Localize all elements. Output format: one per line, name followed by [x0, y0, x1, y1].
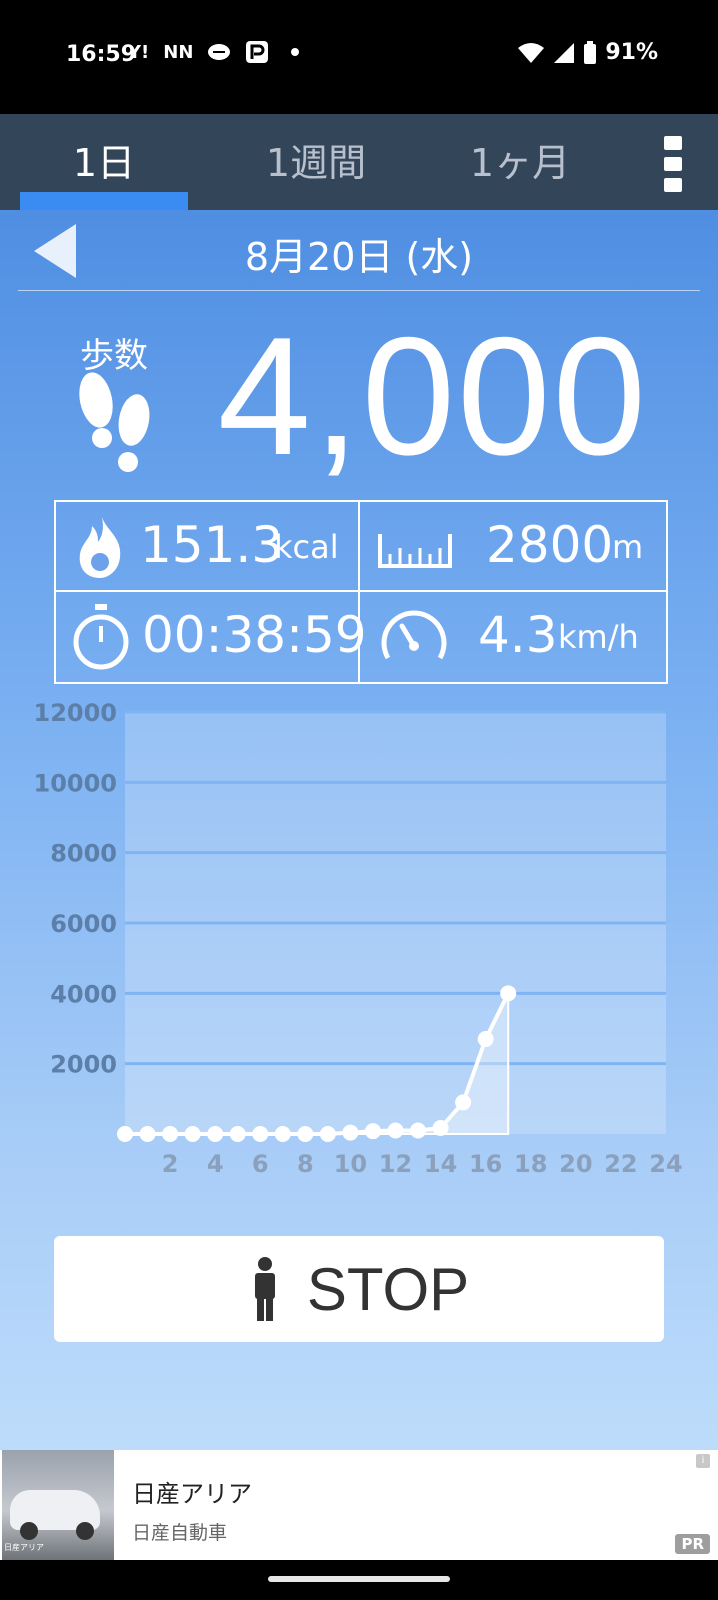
- stop-button[interactable]: STOP: [54, 1236, 664, 1342]
- signal-icon: [554, 42, 575, 63]
- data-point: [139, 1126, 156, 1142]
- ad-advertiser: 日産自動車: [132, 1522, 228, 1544]
- x-tick-label: 18: [514, 1150, 547, 1178]
- ruler-icon: [378, 534, 452, 568]
- data-point: [274, 1126, 291, 1142]
- data-point: [364, 1123, 381, 1140]
- x-tick-label: 10: [334, 1150, 367, 1178]
- data-point: [162, 1126, 179, 1142]
- x-tick-label: 4: [207, 1150, 224, 1178]
- tab-month[interactable]: 1ヶ月: [436, 132, 604, 187]
- stop-button-label: STOP: [306, 1255, 470, 1323]
- y-tick-label: 8000: [50, 840, 117, 868]
- calories-value: 151.3: [140, 516, 284, 574]
- nn-icon: NN: [163, 41, 194, 63]
- data-point: [117, 1126, 133, 1142]
- y-tick-label: 4000: [50, 980, 117, 1008]
- tab-day[interactable]: 1日: [20, 132, 188, 187]
- data-point: [387, 1122, 404, 1139]
- data-point: [410, 1122, 427, 1139]
- ad-title[interactable]: 日産アリア: [132, 1474, 252, 1509]
- calories-cell: 151.3 kcal: [56, 502, 358, 590]
- line-icon: [208, 44, 231, 60]
- date-header: 8月20日 (水): [18, 210, 700, 291]
- calories-unit: kcal: [274, 528, 339, 566]
- distance-unit: m: [612, 528, 644, 566]
- speed-unit: km/h: [558, 618, 639, 656]
- main-content: 8月20日 (水) 歩数 4,000 151.3 kcal 2800 m 00:…: [0, 210, 718, 1450]
- paypay-icon: [246, 41, 269, 63]
- x-tick-label: 2: [162, 1150, 179, 1178]
- battery-percent: 91%: [605, 40, 658, 65]
- data-point: [252, 1126, 269, 1142]
- ad-info-icon[interactable]: i: [696, 1454, 710, 1468]
- x-tick-label: 24: [649, 1150, 682, 1178]
- distance-value: 2800: [486, 516, 614, 574]
- active-tab-indicator: [20, 192, 188, 210]
- y-tick-label: 10000: [34, 769, 118, 797]
- step-count: 4,000: [217, 302, 648, 490]
- data-point: [319, 1126, 336, 1142]
- data-point: [342, 1124, 359, 1141]
- x-tick-label: 22: [604, 1150, 637, 1178]
- ad-banner[interactable]: 日産アリア 日産アリア 日産自動車 i PR: [0, 1450, 718, 1560]
- battery-icon: [584, 40, 597, 64]
- stopwatch-icon: [73, 604, 129, 670]
- distance-cell: 2800 m: [360, 502, 662, 590]
- x-tick-label: 14: [424, 1150, 457, 1178]
- data-point: [207, 1126, 224, 1142]
- x-tick-label: 20: [559, 1150, 592, 1178]
- ad-image[interactable]: 日産アリア: [2, 1450, 114, 1560]
- x-tick-label: 12: [379, 1150, 412, 1178]
- wifi-icon: [518, 42, 545, 63]
- hourly-steps-chart: 200040006000800010000120002 4 6 8 10 12 14 16 18…: [34, 700, 683, 1178]
- x-tick-label: 6: [252, 1150, 269, 1178]
- status-bar: 16:59 Y! NN 91%: [0, 0, 718, 114]
- elapsed-time-value: 00:38:59: [142, 606, 367, 664]
- current-date: 8月20日 (水): [244, 235, 474, 279]
- speed-value: 4.3: [478, 606, 558, 664]
- data-point: [477, 1031, 494, 1048]
- y-tick-label: 6000: [50, 910, 117, 938]
- x-tick-label: 16: [469, 1150, 502, 1178]
- status-time: 16:59: [66, 42, 137, 67]
- home-gesture-handle[interactable]: [268, 1576, 450, 1582]
- more-notifications-dot: [291, 48, 300, 56]
- notification-icons: Y! NN: [128, 40, 300, 64]
- overflow-menu-icon[interactable]: [664, 136, 682, 192]
- speed-cell: 4.3 km/h: [360, 592, 662, 680]
- yahoo-icon: Y!: [128, 41, 150, 63]
- period-tab-bar: 1日 1週間 1ヶ月: [0, 114, 718, 210]
- speedometer-icon: [381, 610, 447, 660]
- walking-person-icon: [254, 1257, 275, 1321]
- ad-image-caption: 日産アリア: [4, 1543, 44, 1552]
- data-point: [184, 1126, 201, 1142]
- data-point: [297, 1126, 314, 1142]
- data-point: [229, 1126, 246, 1142]
- y-tick-label: 12000: [34, 700, 118, 727]
- system-icons: 91%: [517, 40, 658, 65]
- footprints-icon: [79, 372, 150, 472]
- stats-grid: 151.3 kcal 2800 m 00:38:59 4.3 km/h: [54, 500, 668, 684]
- system-nav-bar: [0, 1560, 718, 1600]
- tab-week[interactable]: 1週間: [232, 132, 400, 187]
- y-tick-label: 2000: [50, 1051, 117, 1079]
- data-point: [500, 985, 517, 1002]
- data-point: [455, 1094, 472, 1111]
- time-cell: 00:38:59: [56, 592, 367, 680]
- x-tick-label: 8: [297, 1150, 314, 1178]
- ad-pr-badge: PR: [675, 1534, 710, 1554]
- flame-icon: [79, 514, 121, 578]
- data-point: [432, 1120, 449, 1137]
